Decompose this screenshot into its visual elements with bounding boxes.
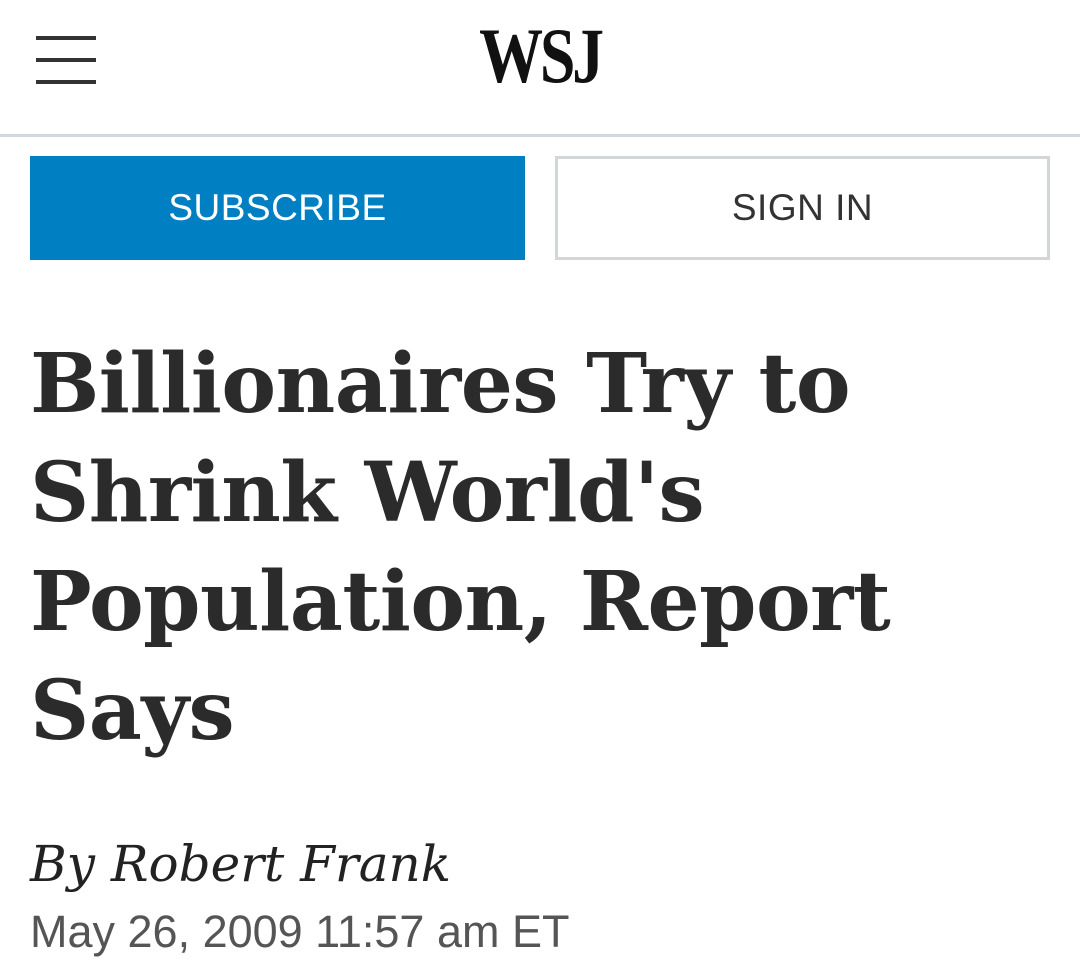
subscribe-button[interactable]: SUBSCRIBE <box>30 156 525 260</box>
top-bar: WSJ <box>0 0 1080 137</box>
menu-bar-middle <box>36 58 96 62</box>
publish-timestamp: May 26, 2009 11:57 am ET <box>30 906 570 957</box>
menu-bar-top <box>36 36 96 40</box>
byline: By Robert Frank <box>30 832 451 896</box>
wsj-logo[interactable]: WSJ <box>97 14 983 98</box>
hamburger-menu-icon[interactable] <box>34 30 98 88</box>
byline-prefix: By <box>30 835 95 893</box>
author-name[interactable]: Robert Frank <box>111 835 451 893</box>
article-headline: Billionaires Try to Shrink World's Popul… <box>30 336 891 759</box>
sign-in-button[interactable]: SIGN IN <box>555 156 1050 260</box>
menu-bar-bottom <box>36 80 96 84</box>
